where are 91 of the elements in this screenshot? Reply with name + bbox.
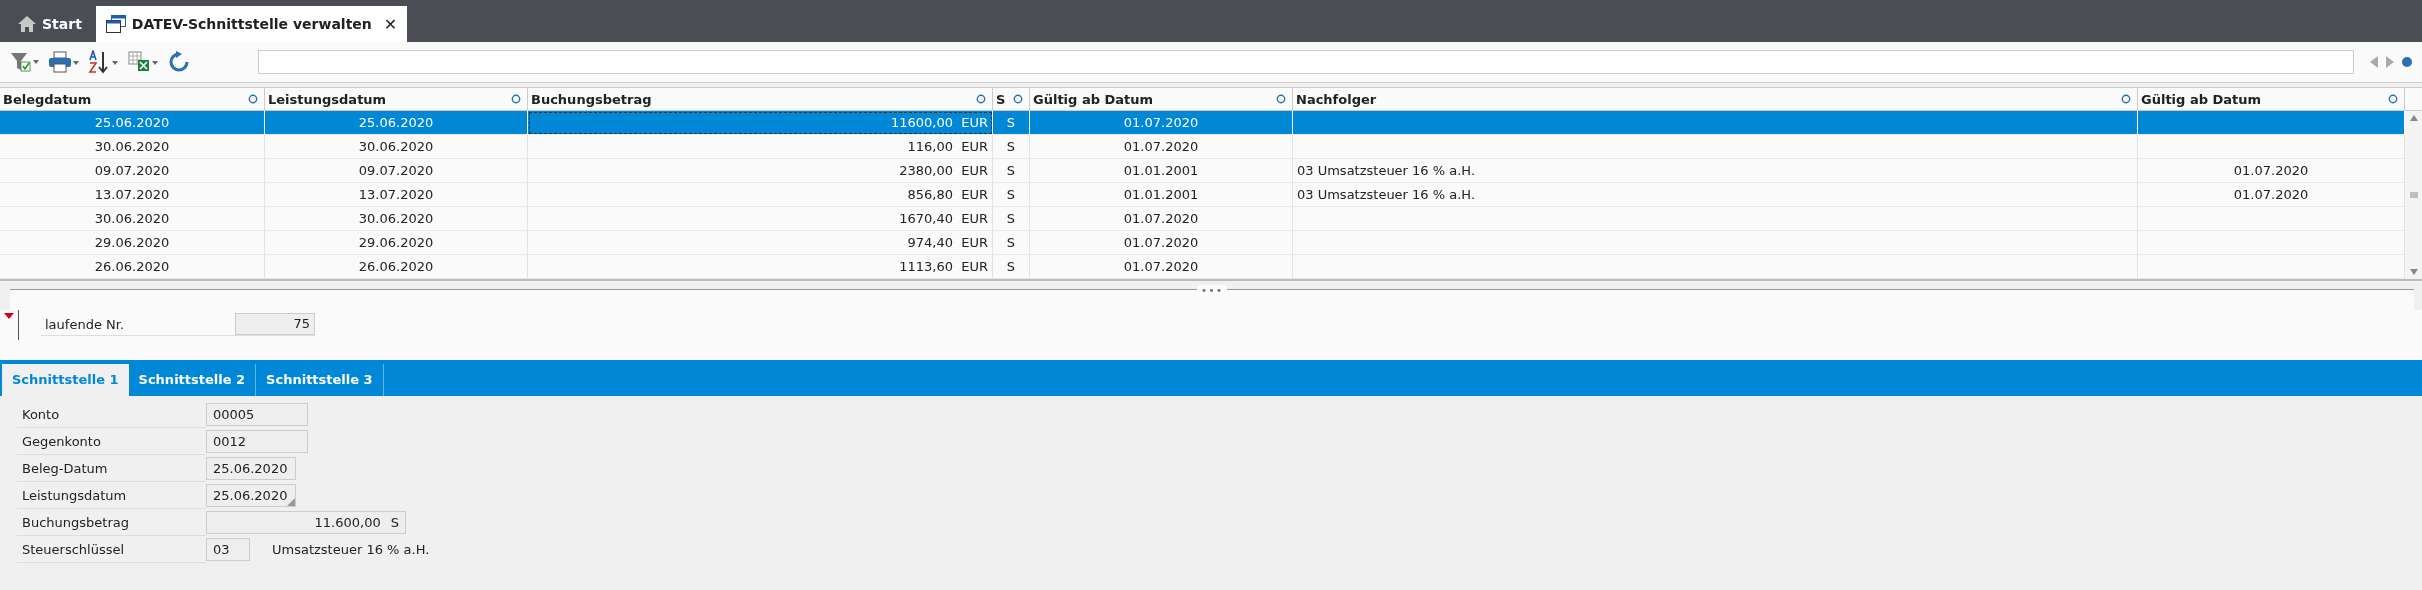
table-cell: 29.06.2020: [0, 231, 265, 255]
table-cell: 30.06.2020: [0, 135, 265, 159]
table-cell: S: [993, 135, 1030, 159]
table-cell: 30.06.2020: [0, 207, 265, 231]
table-cell: 116,00 EUR: [528, 135, 993, 159]
table-cell: 1113,60 EUR: [528, 255, 993, 279]
input-field[interactable]: 25.06.2020: [206, 457, 296, 480]
table-cell: 25.06.2020: [0, 111, 265, 135]
input-field[interactable]: 11.600,00 S: [206, 511, 406, 534]
field-value: 25.06.2020: [213, 488, 288, 503]
table-cell: 25.06.2020: [265, 111, 528, 135]
table-cell: 01.07.2020: [1030, 231, 1293, 255]
home-icon: [18, 16, 36, 32]
table-cell: S: [993, 111, 1030, 135]
table-cell: S: [993, 207, 1030, 231]
number-field[interactable]: 75: [235, 313, 315, 335]
input-field[interactable]: 03: [206, 538, 250, 561]
input-field[interactable]: 25.06.2020: [206, 484, 296, 507]
table-cell: 01.07.2020: [1030, 207, 1293, 231]
window-tab[interactable]: Start: [8, 6, 92, 42]
circle-icon[interactable]: [2388, 94, 2398, 104]
sort-icon[interactable]: [88, 50, 120, 74]
scroll-thumb-icon[interactable]: [2409, 192, 2418, 198]
collapse-triangle-icon[interactable]: [4, 313, 14, 319]
circle-icon[interactable]: [1013, 94, 1023, 104]
field-label: laufende Nr.: [44, 316, 126, 332]
spreadsheet-export-icon[interactable]: [128, 51, 160, 73]
table-cell: 01.07.2020: [2138, 159, 2405, 183]
tab-label: Start: [42, 16, 82, 32]
windows-icon: [105, 15, 126, 33]
column-title: Buchungsbetrag: [531, 91, 652, 107]
input-field[interactable]: 0012: [206, 430, 308, 453]
scroll-down-icon[interactable]: [2409, 269, 2418, 275]
field-suffix: S: [390, 515, 399, 530]
table-cell: 01.07.2020: [2138, 183, 2405, 207]
tab[interactable]: Schnittstelle 3: [256, 364, 384, 396]
table-cell: 856,80 EUR: [528, 183, 993, 207]
field-value: 00005: [213, 407, 255, 422]
search-field[interactable]: [258, 50, 2354, 74]
tax-description: Umsatzsteuer 16 % a.H.: [272, 542, 430, 557]
table-cell: 01.01.2001: [1030, 183, 1293, 207]
table-cell: 1670,40 EUR: [528, 207, 993, 231]
field-value: 03: [213, 542, 230, 557]
resize-corner-icon: [287, 498, 295, 506]
circle-icon[interactable]: [511, 94, 521, 104]
table-cell: 26.06.2020: [0, 255, 265, 279]
column-title: Belegdatum: [3, 91, 92, 107]
refresh-icon[interactable]: [168, 51, 190, 73]
column-title: S: [996, 91, 1006, 107]
table-cell: 13.07.2020: [0, 183, 265, 207]
table-cell: 29.06.2020: [265, 231, 528, 255]
circle-icon[interactable]: [248, 94, 258, 104]
column-title: Leistungsdatum: [268, 91, 387, 107]
circle-icon[interactable]: [2121, 94, 2131, 104]
circle-icon[interactable]: [1276, 94, 1286, 104]
table-cell: S: [993, 231, 1030, 255]
close-icon[interactable]: ✕: [383, 14, 398, 34]
input-field[interactable]: 00005: [206, 403, 308, 426]
table-cell: 01.07.2020: [1030, 135, 1293, 159]
table-cell: 09.07.2020: [0, 159, 265, 183]
table-cell: 30.06.2020: [265, 135, 528, 159]
table-cell: 03 Umsatzsteuer 16 % a.H.: [1293, 159, 2138, 183]
column-title: Nachfolger: [1296, 91, 1377, 107]
circle-icon[interactable]: [976, 94, 986, 104]
table-cell: 26.06.2020: [265, 255, 528, 279]
table-cell: 11600,00 EUR: [528, 111, 993, 135]
field-value: 25.06.2020: [213, 461, 288, 476]
printer-icon[interactable]: [48, 51, 80, 73]
table-cell: 2380,00 EUR: [528, 159, 993, 183]
table-cell: 30.06.2020: [265, 207, 528, 231]
field-value: 11.600,00: [314, 515, 381, 530]
dot-icon[interactable]: [2402, 57, 2412, 67]
table-cell: 09.07.2020: [265, 159, 528, 183]
table-cell: 01.07.2020: [1030, 111, 1293, 135]
table-cell: 03 Umsatzsteuer 16 % a.H.: [1293, 183, 2138, 207]
tab[interactable]: Schnittstelle 2: [128, 364, 257, 396]
table-cell: S: [993, 159, 1030, 183]
window-tab[interactable]: DATEV-Schnittstelle verwalten ✕: [95, 6, 408, 42]
vertical-scrollbar[interactable]: [2405, 111, 2422, 279]
tab-label: DATEV-Schnittstelle verwalten: [131, 16, 372, 32]
table-cell: 01.07.2020: [1030, 255, 1293, 279]
field-value: 0012: [213, 434, 247, 449]
table-cell: S: [993, 255, 1030, 279]
filter-icon[interactable]: [10, 51, 40, 73]
table-cell: 13.07.2020: [265, 183, 528, 207]
scroll-up-icon[interactable]: [2409, 115, 2418, 121]
table-cell: 974,40 EUR: [528, 231, 993, 255]
column-title: Gültig ab Datum: [2141, 91, 2262, 107]
column-title: Gültig ab Datum: [1033, 91, 1154, 107]
table-cell: S: [993, 183, 1030, 207]
table-cell: 01.01.2001: [1030, 159, 1293, 183]
